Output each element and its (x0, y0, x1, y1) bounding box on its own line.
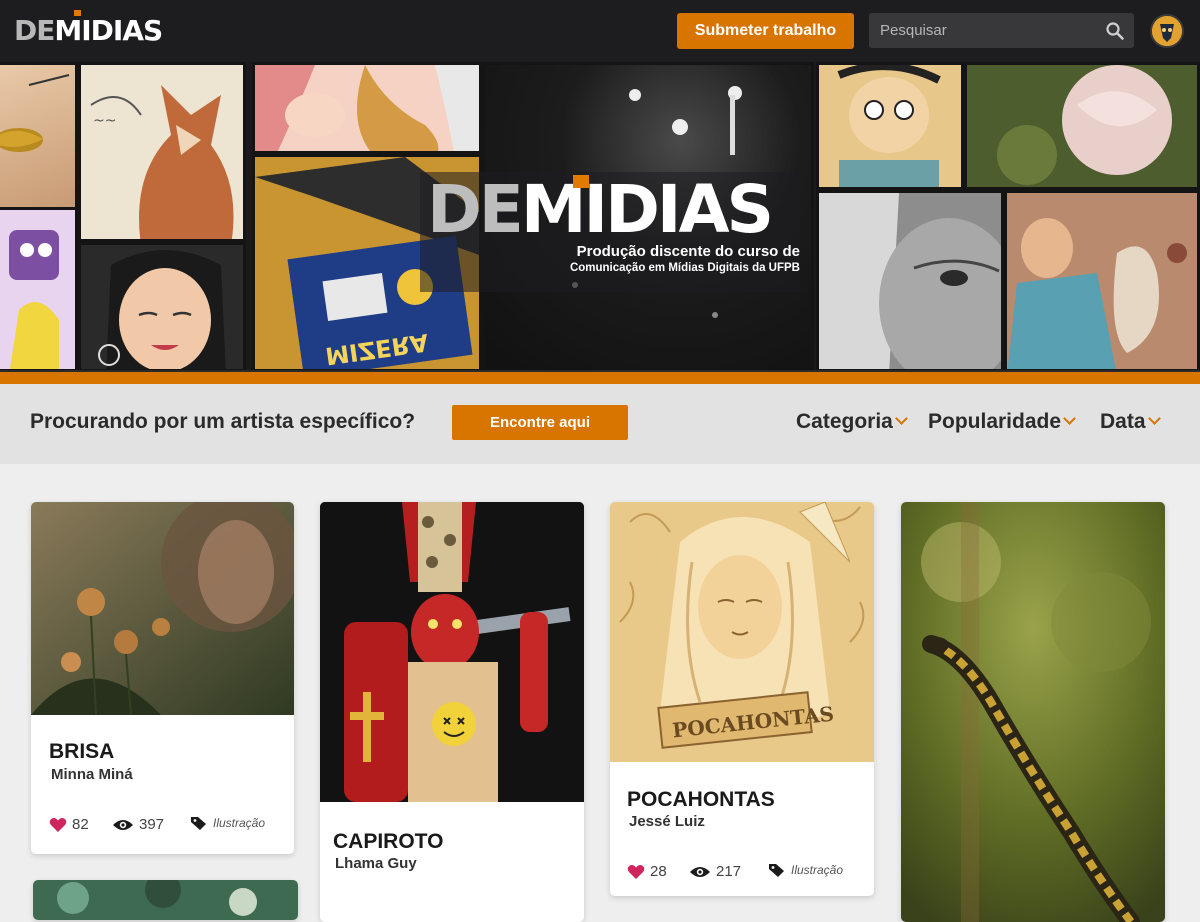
artwork-stats: 28 217 Ilustração (627, 863, 867, 883)
filter-bar: Procurando por um artista específico? En… (0, 384, 1200, 464)
accent-divider (0, 370, 1200, 384)
find-artist-button[interactable]: Encontre aqui (452, 405, 628, 440)
artwork-title: POCAHONTAS (627, 788, 775, 811)
like-count-value: 82 (72, 816, 89, 833)
chevron-down-icon (894, 412, 908, 425)
eye-icon (113, 819, 133, 830)
hero-title-midias: MIDIAS (520, 171, 774, 248)
chevron-down-icon (1147, 412, 1161, 425)
tag-icon (769, 864, 784, 877)
filter-category[interactable]: Categoria (796, 410, 908, 434)
like-count[interactable]: 28 (627, 863, 667, 880)
artist-name[interactable]: Lhama Guy (335, 855, 417, 872)
hero-photo-child-face (816, 190, 1004, 370)
category-label: Ilustração (791, 863, 844, 877)
hero-photo-pink-rose (964, 62, 1200, 190)
like-count-value: 28 (650, 863, 667, 880)
artwork-image (33, 880, 298, 920)
filter-date-label: Data (1100, 410, 1146, 433)
heart-icon (627, 864, 645, 879)
category-label: Ilustração (213, 816, 266, 830)
hero-art-fox: ~~ (78, 62, 246, 242)
hero-title: DEMIDIAS (427, 170, 774, 250)
search-icon[interactable] (1105, 21, 1125, 41)
search-box (869, 13, 1134, 48)
search-input[interactable] (869, 13, 1099, 48)
logo-de-text: DE (14, 14, 55, 47)
artwork-image (31, 502, 294, 715)
artwork-card[interactable]: POCAHONTAS POCAHONTAS Jessé Luiz 28 217 … (610, 502, 874, 896)
hero-title-de: DE (427, 171, 524, 248)
hero-subtitle: Produção discente do curso de Comunicaçã… (530, 242, 800, 276)
hero-subtitle-line1: Produção discente do curso de (576, 243, 800, 260)
hero-art-woman-face (78, 242, 246, 370)
view-count-value: 397 (139, 816, 165, 833)
view-count: 217 (689, 863, 741, 880)
artist-search-prompt: Procurando por um artista específico? (30, 410, 416, 433)
hero-banner: ~~ MIZERA DEMIDIAS Produção discente do … (0, 62, 1200, 370)
category-tag[interactable]: Ilustração (768, 863, 843, 877)
artwork-card[interactable] (901, 502, 1165, 922)
artwork-title: BRISA (49, 740, 115, 763)
hero-art-potter (1004, 190, 1200, 370)
tag-icon (191, 817, 206, 830)
eye-icon (690, 866, 710, 877)
site-logo[interactable]: DEMIDIAS (14, 14, 163, 48)
artwork-card[interactable]: BRISA Minna Miná 82 397 Ilustração (31, 502, 294, 854)
top-navigation-bar: DEMIDIAS Submeter trabalho (0, 0, 1200, 62)
category-tag[interactable]: Ilustração (190, 816, 265, 830)
filter-popularity-label: Popularidade (928, 410, 1062, 433)
filter-popularity[interactable]: Popularidade (928, 410, 1076, 434)
like-count[interactable]: 82 (49, 816, 89, 833)
hero-subtitle-line2: Comunicação em Mídias Digitais da UFPB (569, 262, 800, 274)
chevron-down-icon (1063, 412, 1076, 425)
artwork-image (320, 502, 584, 802)
artwork-stats: 82 397 Ilustração (49, 816, 289, 836)
logo-midias-text: MIDIAS (54, 14, 163, 47)
artwork-card[interactable] (33, 880, 298, 920)
hero-art-redhead (252, 62, 482, 154)
hero-art-lips (0, 62, 78, 212)
artwork-title: CAPIROTO (333, 830, 444, 853)
view-count-value: 217 (716, 863, 742, 880)
view-count: 397 (112, 816, 164, 833)
artwork-card[interactable]: CAPIROTO Lhama Guy (320, 502, 584, 922)
artwork-image (901, 502, 1165, 922)
hero-art-cartoon-boy (816, 62, 964, 190)
heart-icon (49, 817, 67, 832)
svg-text:~~: ~~ (93, 113, 116, 129)
artist-name[interactable]: Minna Miná (51, 766, 133, 783)
hero-art-character-cup (0, 207, 78, 370)
user-avatar[interactable] (1150, 14, 1184, 48)
submit-work-button[interactable]: Submeter trabalho (677, 13, 854, 49)
filter-date[interactable]: Data (1100, 410, 1161, 434)
artist-name[interactable]: Jessé Luiz (629, 813, 705, 830)
artwork-image: POCAHONTAS (610, 502, 874, 762)
filter-category-label: Categoria (796, 410, 893, 433)
